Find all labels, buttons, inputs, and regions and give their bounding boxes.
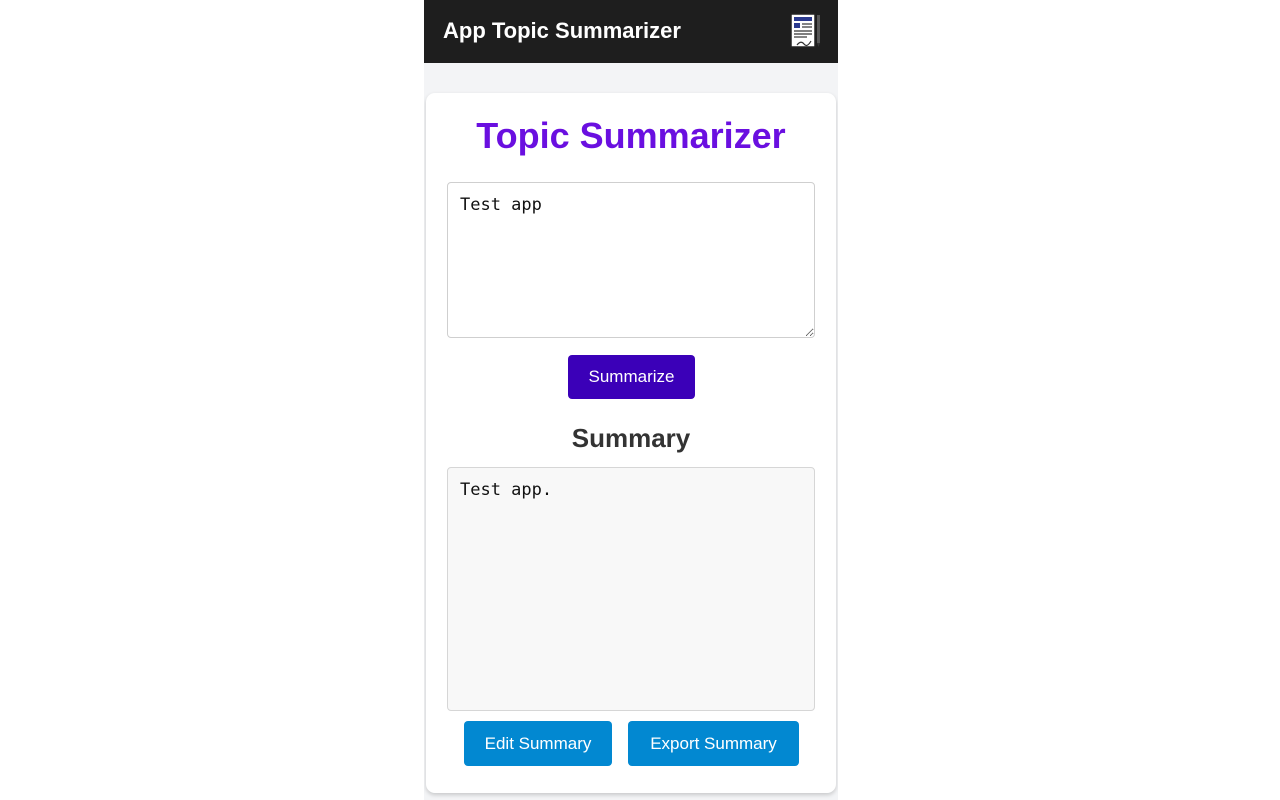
summary-output[interactable]: Test app.: [447, 467, 815, 711]
topic-input[interactable]: Test app: [447, 182, 815, 338]
app-screen: App Topic Summarizer Topic Summarizer Te…: [424, 0, 838, 800]
summarize-button[interactable]: Summarize: [568, 355, 695, 399]
document-edit-icon: [789, 12, 823, 50]
export-summary-button[interactable]: Export Summary: [628, 721, 799, 766]
summarizer-card: Topic Summarizer Test app Summarize Summ…: [426, 93, 836, 793]
page-title: Topic Summarizer: [476, 115, 786, 156]
app-bar: App Topic Summarizer: [424, 0, 838, 63]
app-title: App Topic Summarizer: [443, 18, 681, 43]
edit-summary-button[interactable]: Edit Summary: [464, 721, 612, 766]
summary-heading: Summary: [571, 423, 691, 453]
